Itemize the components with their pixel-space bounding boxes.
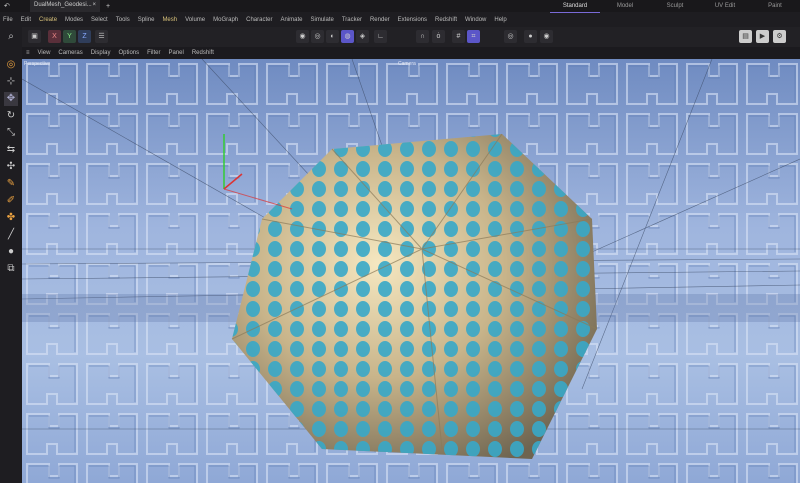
polygon-mode-icon[interactable]: ◍ [341, 30, 354, 43]
soft-selection-icon[interactable]: ȯ [432, 30, 445, 43]
render-settings-icon[interactable]: ◉ [540, 30, 553, 43]
3d-viewport[interactable]: Perspective Camera [22, 59, 800, 483]
layout-model[interactable]: Model [600, 0, 650, 13]
pen-icon[interactable]: ✎ [4, 177, 18, 191]
render-region-icon[interactable]: ● [524, 30, 537, 43]
menu-mograph[interactable]: MoGraph [213, 17, 238, 23]
camera-label: Camera [398, 61, 416, 67]
y-axis-toggle[interactable]: Y [63, 30, 76, 43]
title-bar: ↶ DualMesh_Geodesi... × + Standard Model … [0, 0, 800, 13]
menu-tracker[interactable]: Tracker [342, 17, 362, 23]
menu-redshift[interactable]: Redshift [435, 17, 457, 23]
menu-simulate[interactable]: Simulate [311, 17, 334, 23]
search-icon[interactable]: ⌕ [4, 30, 18, 44]
menu-select[interactable]: Select [91, 17, 108, 23]
object-mode-button[interactable]: ▣ [28, 30, 41, 43]
menu-extensions[interactable]: Extensions [398, 17, 427, 23]
paint-icon[interactable]: ● [4, 245, 18, 259]
render-picture-viewer-icon[interactable]: ▶ [756, 30, 769, 43]
render-view-icon[interactable]: ▤ [739, 30, 752, 43]
viewport-menu-display[interactable]: Display [91, 50, 111, 56]
spline-icon[interactable]: ✤ [4, 211, 18, 225]
close-tab-icon[interactable]: × [92, 2, 96, 10]
layer-icon[interactable]: ⧉ [4, 262, 18, 276]
rotate-icon[interactable]: ↻ [4, 109, 18, 123]
viewport-menu-view[interactable]: View [38, 50, 51, 56]
document-tab[interactable]: DualMesh_Geodesi... × [30, 0, 100, 12]
magnet-icon[interactable]: ∩ [416, 30, 429, 43]
z-axis-toggle[interactable]: Z [78, 30, 91, 43]
viewport-menu-filter[interactable]: Filter [147, 50, 160, 56]
lock-icon[interactable]: ◎ [504, 30, 517, 43]
viewport-menu-bar: ≡ View Cameras Display Options Filter Pa… [22, 47, 800, 59]
viewport-menu-panel[interactable]: Panel [168, 50, 183, 56]
sketch-icon[interactable]: ✐ [4, 194, 18, 208]
axis-mode-icon[interactable]: ∟ [374, 30, 387, 43]
menu-file[interactable]: File [3, 17, 13, 23]
points-mode-icon[interactable]: ◐ [326, 30, 339, 43]
viewport-menu-cameras[interactable]: Cameras [58, 50, 82, 56]
viewport-menu-options[interactable]: Options [118, 50, 139, 56]
scene-render [22, 59, 800, 483]
main-toolbar: ▣ X Y Z ☰ ◉ ◎ ◐ ◍ ◈ ∟ ∩ ȯ # ⌗ ◎ ● ◉ ▤ ▶ … [0, 27, 800, 47]
undo-icon[interactable]: ↶ [4, 2, 10, 10]
menu-character[interactable]: Character [246, 17, 272, 23]
workplane-snap-icon[interactable]: ⌗ [467, 30, 480, 43]
transform-icon[interactable]: ⇆ [4, 143, 18, 157]
new-tab-button[interactable]: + [106, 3, 110, 10]
coordinate-system-button[interactable]: ☰ [95, 30, 108, 43]
brush-icon[interactable]: ╱ [4, 228, 18, 242]
menu-mesh[interactable]: Mesh [162, 17, 177, 23]
layout-uv-edit[interactable]: UV Edit [700, 0, 750, 13]
viewport-menu-icon[interactable]: ≡ [26, 50, 30, 56]
live-selection-icon[interactable]: ◎ [4, 58, 18, 72]
layout-sculpt[interactable]: Sculpt [650, 0, 700, 13]
layout-paint[interactable]: Paint [750, 0, 800, 13]
texture-mode-icon[interactable]: ◎ [311, 30, 324, 43]
tab-label: DualMesh_Geodesi... [34, 2, 92, 8]
x-axis-toggle[interactable]: X [48, 30, 61, 43]
select-icon[interactable]: ⊹ [4, 75, 18, 89]
menu-spline[interactable]: Spline [138, 17, 155, 23]
grid-snap-icon[interactable]: # [452, 30, 465, 43]
menu-window[interactable]: Window [465, 17, 486, 23]
move-icon[interactable]: ✥ [4, 92, 18, 106]
viewport-label: Perspective [24, 61, 51, 67]
menu-render[interactable]: Render [370, 17, 390, 23]
snap-icon[interactable]: ✣ [4, 160, 18, 174]
menu-modes[interactable]: Modes [65, 17, 83, 23]
menu-bar: File Edit Create Modes Select Tools Spli… [0, 13, 800, 26]
render-settings-button[interactable]: ⚙ [773, 30, 786, 43]
left-tool-palette: ⌕ ◎ ⊹ ✥ ↻ ⤡ ⇆ ✣ ✎ ✐ ✤ ╱ ● ⧉ [0, 27, 22, 483]
menu-tools[interactable]: Tools [116, 17, 130, 23]
menu-volume[interactable]: Volume [185, 17, 205, 23]
menu-animate[interactable]: Animate [280, 17, 302, 23]
model-mode-icon[interactable]: ◉ [296, 30, 309, 43]
menu-create[interactable]: Create [39, 17, 57, 23]
viewport-menu-redshift[interactable]: Redshift [192, 50, 214, 56]
edges-mode-icon[interactable]: ◈ [356, 30, 369, 43]
menu-edit[interactable]: Edit [21, 17, 31, 23]
layout-standard[interactable]: Standard [550, 0, 600, 13]
scale-icon[interactable]: ⤡ [4, 126, 18, 140]
menu-help[interactable]: Help [494, 17, 506, 23]
